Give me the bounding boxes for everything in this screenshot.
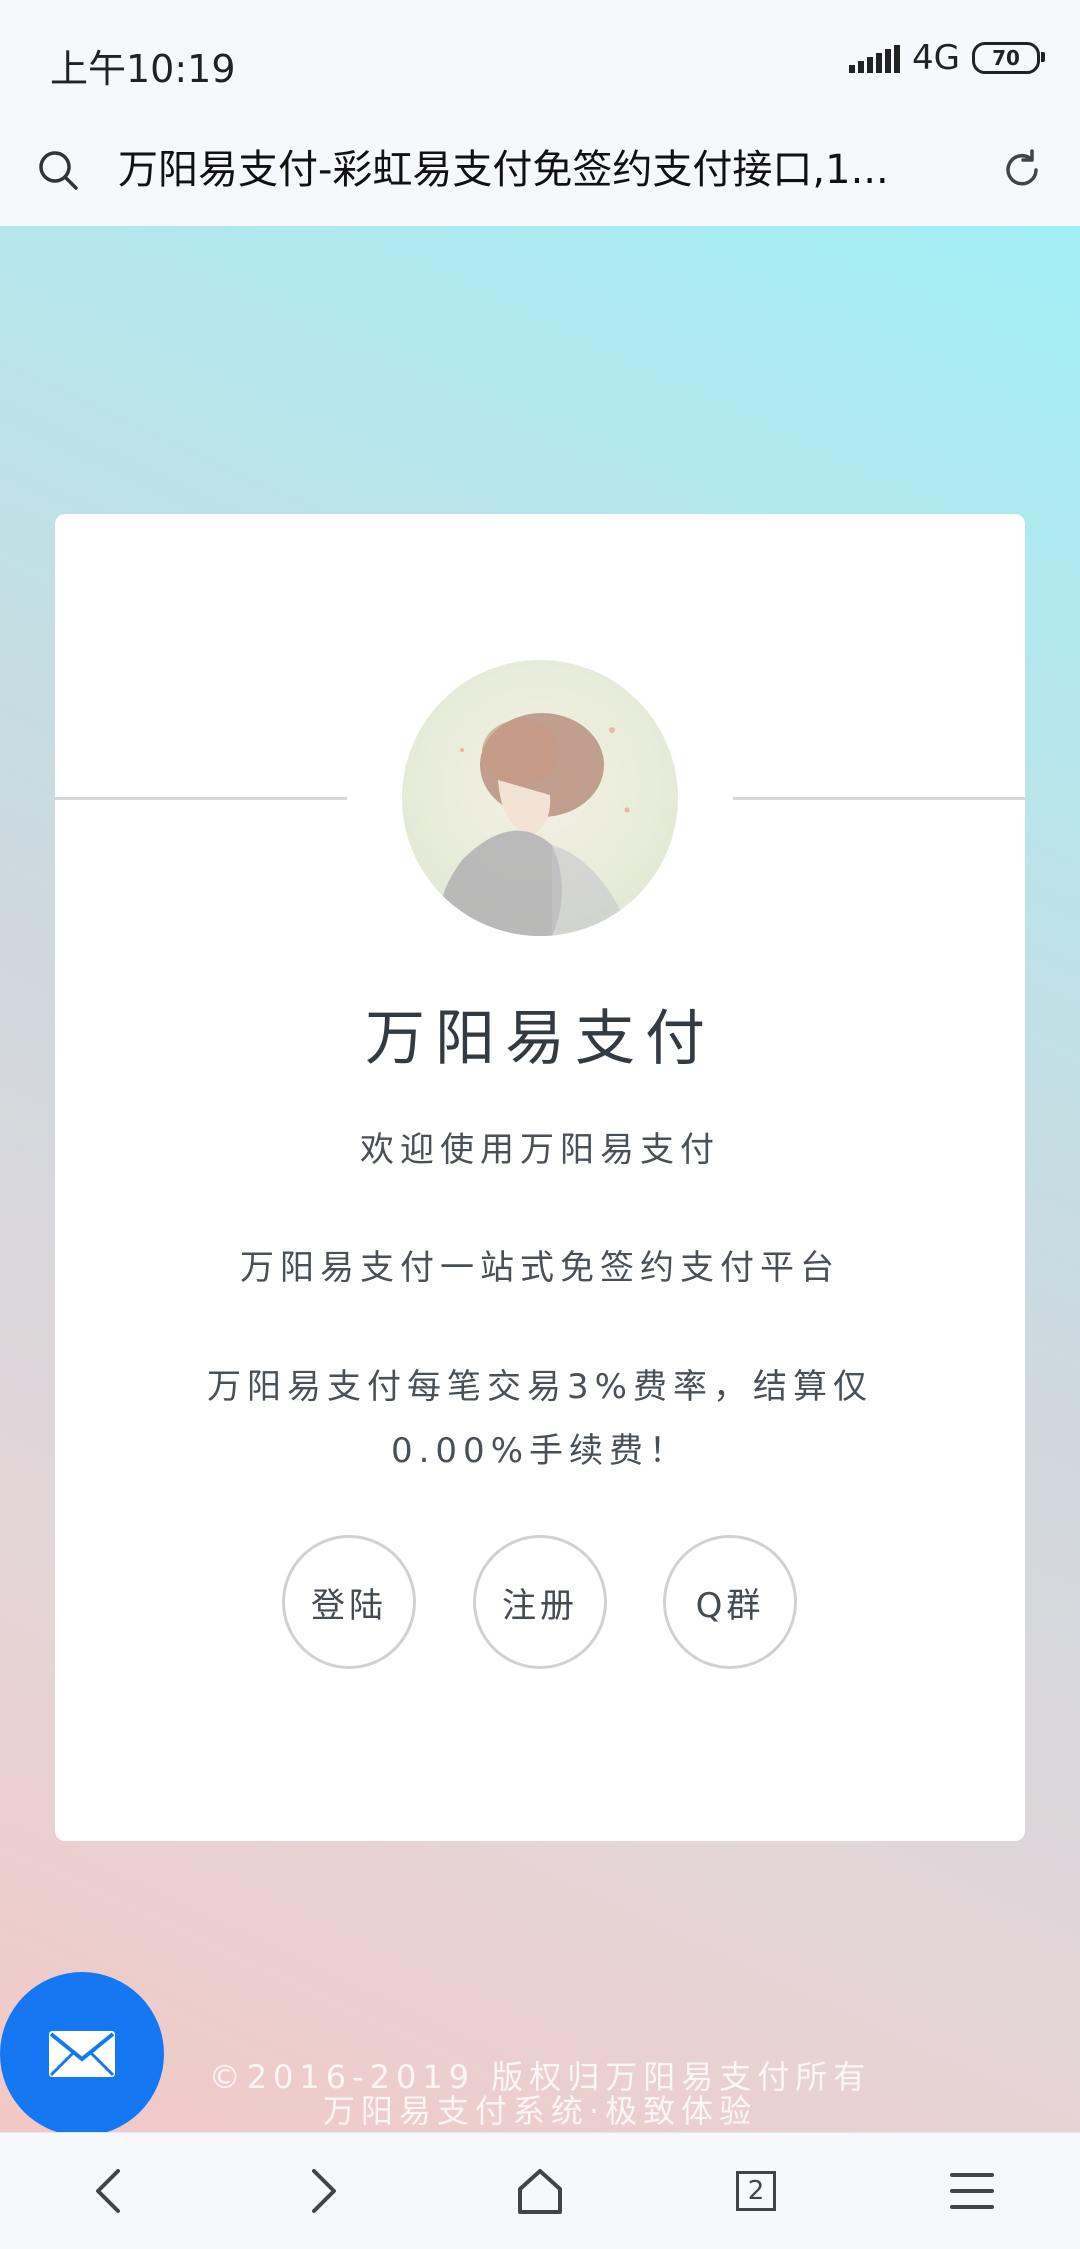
divider-left — [55, 797, 347, 800]
home-icon — [518, 2169, 562, 2214]
register-button[interactable]: 注册 — [473, 1535, 607, 1669]
back-icon — [96, 2169, 120, 2213]
mail-icon — [49, 2031, 115, 2077]
fee-text: 万阳易支付每笔交易3%费率，结算仅0.00%手续费！ — [207, 1367, 873, 1471]
forward-icon — [312, 2169, 336, 2213]
site-name: 万阳易支付 — [365, 1004, 715, 1074]
search-icon[interactable] — [36, 148, 80, 192]
page-title[interactable]: 万阳易支付-彩虹易支付免签约支付接口,1... — [118, 142, 958, 198]
nav-home[interactable] — [480, 2146, 600, 2236]
avatar — [402, 660, 678, 936]
menu-icon — [950, 2173, 994, 2209]
avatar-illustration — [439, 713, 632, 936]
divider-right — [733, 797, 1025, 800]
status-indicators: 4G 70 — [849, 38, 1045, 78]
battery-level: 70 — [992, 46, 1020, 70]
nav-menu[interactable] — [912, 2146, 1032, 2236]
login-button[interactable]: 登陆 — [282, 1535, 416, 1669]
qq-group-button[interactable]: Q群 — [663, 1535, 797, 1669]
welcome-text: 欢迎使用万阳易支付 — [360, 1130, 720, 1170]
tagline-text: 万阳易支付一站式免签约支付平台 — [240, 1248, 840, 1288]
browser-address-bar[interactable]: 万阳易支付-彩虹易支付免签约支付接口,1... — [0, 118, 1080, 227]
refresh-icon[interactable] — [998, 146, 1046, 194]
battery-icon: 70 — [972, 42, 1045, 74]
status-time: 上午10:19 — [50, 47, 236, 91]
nav-forward[interactable] — [264, 2146, 384, 2236]
network-type: 4G — [912, 38, 960, 78]
tabs-icon: 2 — [736, 2171, 776, 2211]
mail-button[interactable] — [0, 1972, 164, 2136]
nav-tabs[interactable]: 2 — [696, 2146, 816, 2236]
status-bar: 上午10:19 4G 70 — [0, 0, 1080, 118]
signal-icon — [849, 43, 901, 73]
browser-bottom-nav: 2 — [0, 2132, 1080, 2249]
nav-back[interactable] — [48, 2146, 168, 2236]
tab-count: 2 — [747, 2176, 765, 2206]
slogan-text: 万阳易支付系统·极致体验 — [322, 2092, 758, 2130]
